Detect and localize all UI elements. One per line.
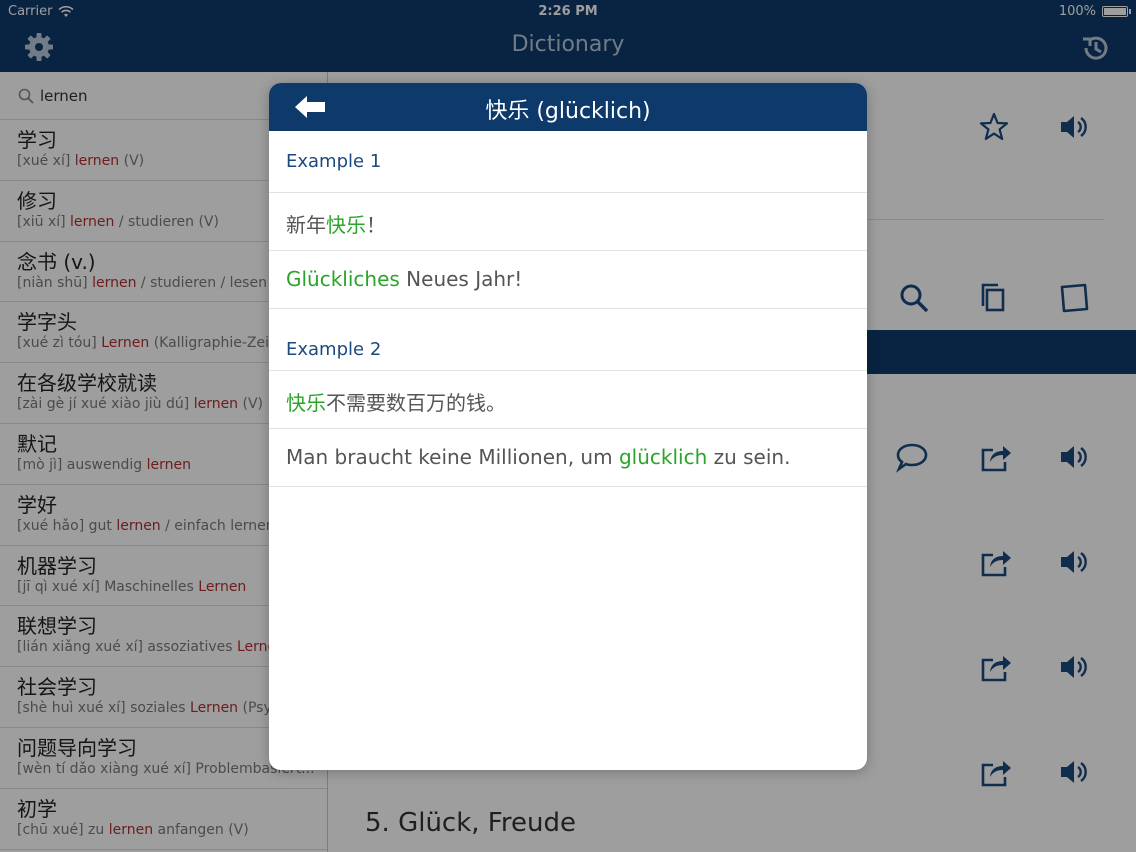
example-translation-de[interactable]: Man braucht keine Millionen, um glücklic… — [269, 429, 867, 487]
example-label: Example 2 — [269, 309, 867, 371]
example-list: Example 1 新年快乐！ Glückliches Neues Jahr! … — [269, 131, 867, 487]
highlighted-term: 快乐 — [286, 391, 326, 415]
popover-title: 快乐 (glücklich) — [485, 99, 651, 124]
popover-header: 快乐 (glücklich) — [269, 83, 867, 131]
text-segment: 新年 — [286, 213, 326, 237]
text-segment: 不需要数百万的钱。 — [326, 391, 506, 415]
text-segment: ！ — [366, 213, 386, 237]
text-segment: zu sein. — [707, 445, 791, 469]
highlighted-term: Glückliches — [286, 267, 400, 291]
text-segment: Neues Jahr! — [399, 267, 523, 291]
example-sentence-zh[interactable]: 新年快乐！ — [269, 193, 867, 251]
highlighted-term: glücklich — [618, 445, 708, 469]
highlighted-term: 快乐 — [326, 213, 366, 237]
text-segment: Man braucht keine Millionen, um — [286, 445, 619, 469]
example-sentence-zh[interactable]: 快乐不需要数百万的钱。 — [269, 371, 867, 429]
example-label: Example 1 — [269, 131, 867, 193]
examples-popover: 快乐 (glücklich) Example 1 新年快乐！ Glücklich… — [269, 83, 867, 770]
example-translation-de[interactable]: Glückliches Neues Jahr! — [269, 251, 867, 309]
